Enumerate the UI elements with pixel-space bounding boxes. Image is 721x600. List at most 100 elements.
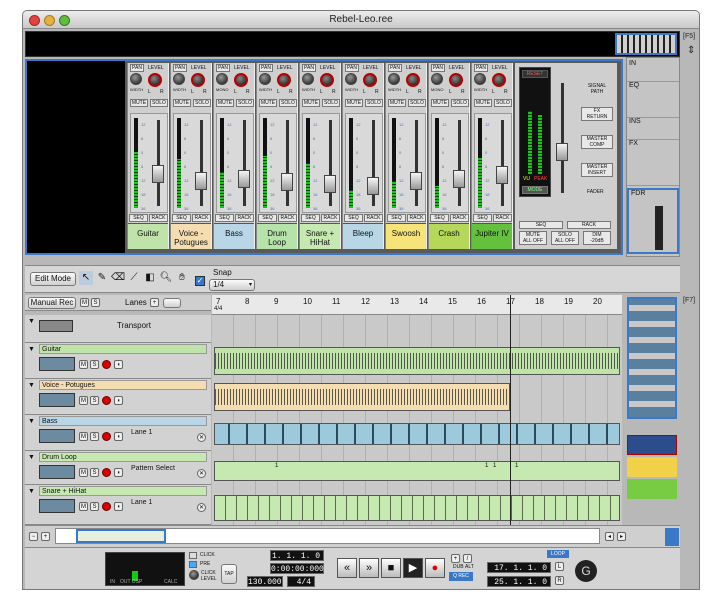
seq-button[interactable]: SEQ — [473, 214, 492, 222]
marker-tool-icon[interactable] — [665, 528, 679, 546]
pan-knob[interactable] — [406, 73, 420, 87]
track-monitor-icon[interactable]: ◖ — [114, 432, 123, 441]
rack-overview[interactable] — [25, 31, 680, 57]
lane-type-menu[interactable] — [163, 298, 181, 308]
rack-button[interactable]: RACK — [278, 214, 297, 222]
track-record-button[interactable] — [102, 396, 111, 405]
fader-cap[interactable] — [496, 166, 508, 185]
pre-toggle[interactable] — [189, 561, 197, 568]
solo-button[interactable]: SOLO — [408, 99, 426, 107]
channel-label[interactable]: Voice - Potugues — [171, 223, 211, 249]
track-header[interactable]: ▼ Voice - Potugues M S ◖ — [25, 379, 211, 415]
channel-label[interactable]: Bass — [214, 223, 254, 249]
track-expand-icon[interactable]: ▼ — [28, 346, 35, 353]
note-clip[interactable] — [214, 495, 620, 521]
channel-label[interactable]: Drum Loop — [257, 223, 297, 249]
mode-button[interactable]: MODE — [522, 186, 548, 194]
alt-button[interactable]: ALT — [465, 564, 474, 570]
track-header[interactable]: ▼ Bass M S ◖ Lane 1 ✕ — [25, 415, 211, 451]
width-knob[interactable] — [431, 73, 443, 85]
zoom-button[interactable] — [59, 15, 70, 26]
stop-button[interactable]: ■ — [381, 558, 401, 578]
track-lane[interactable] — [212, 343, 622, 379]
lane-name[interactable]: Lane 1 — [131, 499, 152, 506]
hand-tool-icon[interactable]: ✋︎ — [175, 271, 189, 285]
channel-fader[interactable] — [367, 120, 379, 206]
edit-mode-button[interactable]: Edit Mode — [30, 272, 76, 286]
track-monitor-icon[interactable]: ◖ — [114, 468, 123, 477]
pattern-clip[interactable]: 1 1 1 1 — [214, 461, 620, 481]
header-mute-button[interactable]: M — [80, 298, 89, 307]
track-name[interactable]: Snare + HiHat — [39, 486, 207, 496]
solo-button[interactable]: SOLO — [236, 99, 254, 107]
zoom-in-icon[interactable]: + — [41, 532, 50, 541]
solo-button[interactable]: SOLO — [193, 99, 211, 107]
track-lane[interactable] — [212, 415, 622, 451]
fader-cap[interactable] — [410, 171, 422, 190]
inspector-in[interactable]: IN — [627, 60, 679, 82]
play-button[interactable]: ▶ — [403, 558, 423, 578]
track-solo-button[interactable]: S — [90, 360, 99, 369]
channel-fader[interactable] — [195, 120, 207, 206]
inspector-eq[interactable]: EQ — [627, 82, 679, 118]
width-knob[interactable] — [345, 73, 357, 85]
rack-thumb-drum[interactable] — [627, 457, 677, 477]
rack-button[interactable]: RACK — [149, 214, 168, 222]
rack-button[interactable]: RACK — [450, 214, 469, 222]
lane-name[interactable]: Lane 1 — [131, 429, 152, 436]
click-level-knob[interactable] — [189, 570, 199, 580]
master-comp-button[interactable]: MASTER COMP — [581, 135, 613, 149]
channel-fader[interactable] — [410, 120, 422, 206]
q-rec-button[interactable]: Q REC — [449, 572, 473, 581]
channel-label[interactable]: Snare + HiHat — [300, 223, 340, 249]
seq-button[interactable]: SEQ — [215, 214, 234, 222]
mute-button[interactable]: MUTE — [345, 99, 363, 107]
channel-fader[interactable] — [324, 120, 336, 206]
pan-knob[interactable] — [492, 73, 506, 87]
channel-fader[interactable] — [238, 120, 250, 206]
track-lane[interactable]: 1 1 1 1 — [212, 451, 622, 485]
inspector-fader[interactable] — [655, 206, 663, 250]
zoom-out-icon[interactable]: − — [29, 532, 38, 541]
inspector-fdr[interactable]: FDR — [627, 188, 679, 254]
track-expand-icon[interactable]: ▼ — [28, 454, 35, 461]
select-tool-icon[interactable]: ↖ — [79, 271, 93, 285]
width-knob[interactable] — [173, 73, 185, 85]
close-button[interactable] — [29, 15, 40, 26]
snap-checkbox[interactable]: ✓ — [195, 276, 205, 286]
dim-button[interactable]: DIM -20dB — [583, 231, 611, 245]
rack-thumb-selected[interactable] — [627, 297, 677, 419]
manual-rec-button[interactable]: Manual Rec — [28, 297, 76, 309]
fast-forward-button[interactable]: » — [359, 558, 379, 578]
pan-knob[interactable] — [234, 73, 248, 87]
song-position-line[interactable] — [510, 295, 511, 525]
pan-knob[interactable] — [148, 73, 162, 87]
master-rack-button[interactable]: RACK — [567, 221, 611, 229]
track-record-button[interactable] — [102, 360, 111, 369]
position-display[interactable]: 1. 1. 1. 0 — [270, 550, 324, 561]
record-button[interactable]: ● — [425, 558, 445, 578]
audio-clip[interactable] — [214, 347, 620, 375]
eraser-tool-icon[interactable]: ⌫ — [111, 271, 125, 285]
track-monitor-icon[interactable]: ◖ — [114, 502, 123, 511]
fader-cap[interactable] — [152, 164, 164, 183]
track-header[interactable]: ▼ Guitar M S ◖ — [25, 343, 211, 379]
mute-button[interactable]: MUTE — [474, 99, 492, 107]
seq-button[interactable]: SEQ — [430, 214, 449, 222]
solo-button[interactable]: SOLO — [494, 99, 512, 107]
navigator-bar[interactable] — [55, 528, 600, 544]
track-record-button[interactable] — [102, 432, 111, 441]
seq-button[interactable]: SEQ — [387, 214, 406, 222]
pan-knob[interactable] — [449, 73, 463, 87]
master-insert-button[interactable]: MASTER INSERT — [581, 163, 613, 177]
width-knob[interactable] — [388, 73, 400, 85]
click-toggle[interactable] — [189, 552, 197, 559]
loop-right-button[interactable]: R — [555, 576, 564, 585]
channel-label[interactable]: Swoosh — [386, 223, 426, 249]
delete-lane-icon[interactable]: ✕ — [197, 503, 206, 512]
fader-cap[interactable] — [281, 173, 293, 192]
mute-all-off-button[interactable]: MUTE ALL OFF — [519, 231, 547, 245]
channel-label[interactable]: Guitar — [128, 223, 168, 249]
track-mute-button[interactable]: M — [79, 432, 88, 441]
razor-tool-icon[interactable]: ⟋ — [127, 271, 141, 285]
